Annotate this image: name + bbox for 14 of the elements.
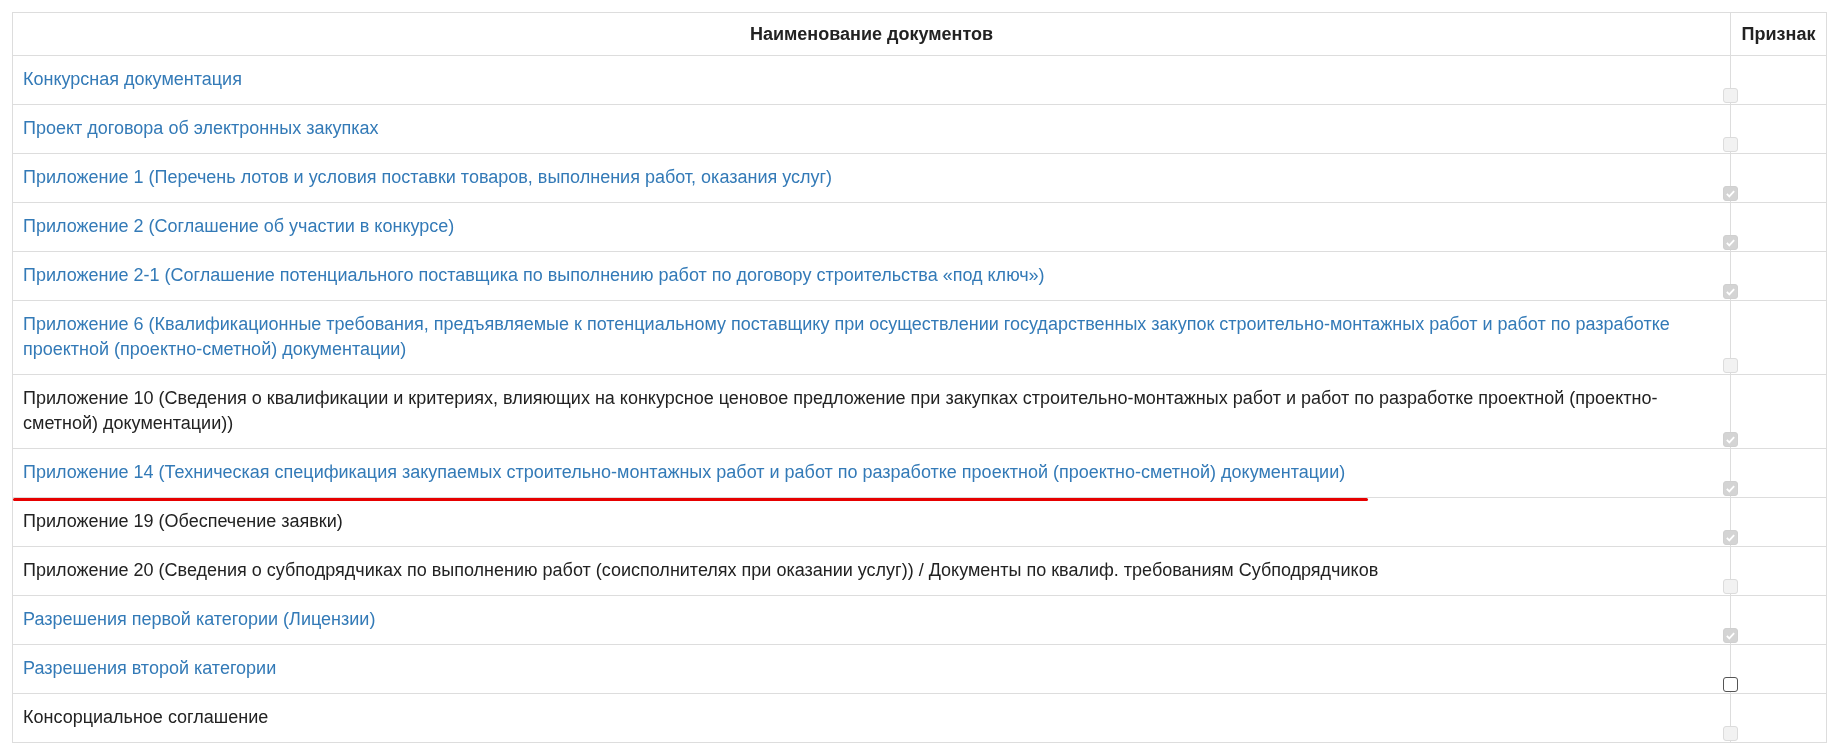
check-icon [1724, 187, 1737, 200]
checkbox[interactable] [1723, 677, 1738, 692]
check-icon [1724, 285, 1737, 298]
check-icon [1724, 482, 1737, 495]
column-header: Наименование документов [12, 12, 1731, 56]
check-icon [1724, 433, 1737, 446]
column-header: Признак [1730, 12, 1827, 56]
document-name: Приложение 20 (Сведения о субподрядчиках по выполнению работ (соисполнителях при оказании услуг)) / Документы по квалиф. требованиям Субподрядчиков [23, 559, 1380, 582]
document-name: Приложение 19 (Обеспечение заявки) [23, 510, 344, 533]
document-name: Приложение 10 (Сведения о квалификации и критериях, влияющих на конкурсное ценовое предложение при закупках строительно-монтажных работ и работ по разработке проектной (проектно-сметной) документации)) [23, 387, 1659, 435]
check-icon [1724, 236, 1737, 249]
document-name: Консорциальное соглашение [23, 706, 270, 729]
check-icon [1724, 531, 1737, 544]
check-icon [1724, 629, 1737, 642]
